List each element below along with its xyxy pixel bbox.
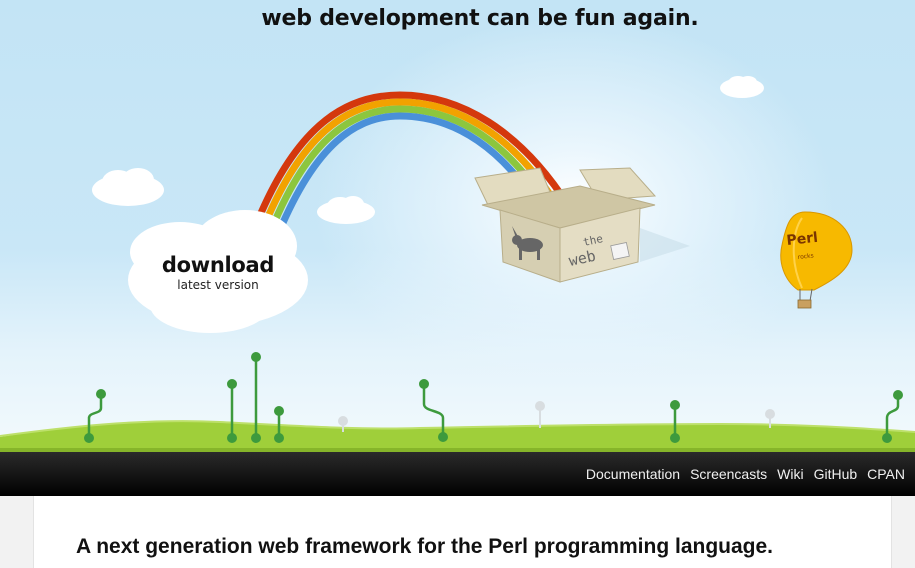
cloud-icon [317, 196, 375, 224]
cloud-icon [92, 168, 164, 206]
box-icon: the web [474, 167, 690, 283]
nav-links: Documentation Screencasts Wiki GitHub CP… [576, 466, 905, 482]
nav-link-github[interactable]: GitHub [814, 466, 858, 482]
nav-link-documentation[interactable]: Documentation [586, 466, 680, 482]
nav-link-cpan[interactable]: CPAN [867, 466, 905, 482]
download-sublabel: latest version [177, 278, 259, 292]
main-content: A next generation web framework for the … [33, 496, 892, 568]
page-headline: A next generation web framework for the … [76, 535, 774, 558]
top-navbar: Documentation Screencasts Wiki GitHub CP… [0, 452, 915, 496]
download-link[interactable]: download latest version [128, 205, 308, 335]
cloud-icon [720, 76, 764, 98]
nav-link-wiki[interactable]: Wiki [777, 466, 803, 482]
balloon-icon: Perl rocks [780, 211, 853, 309]
hero-banner: the web Perl rocks web development can b… [0, 0, 915, 452]
page: the web Perl rocks web development can b… [0, 0, 915, 568]
nav-link-screencasts[interactable]: Screencasts [690, 466, 767, 482]
download-label[interactable]: download [128, 253, 308, 277]
svg-text:Perl: Perl [786, 230, 819, 249]
page-tagline: web development can be fun again. [261, 6, 699, 31]
